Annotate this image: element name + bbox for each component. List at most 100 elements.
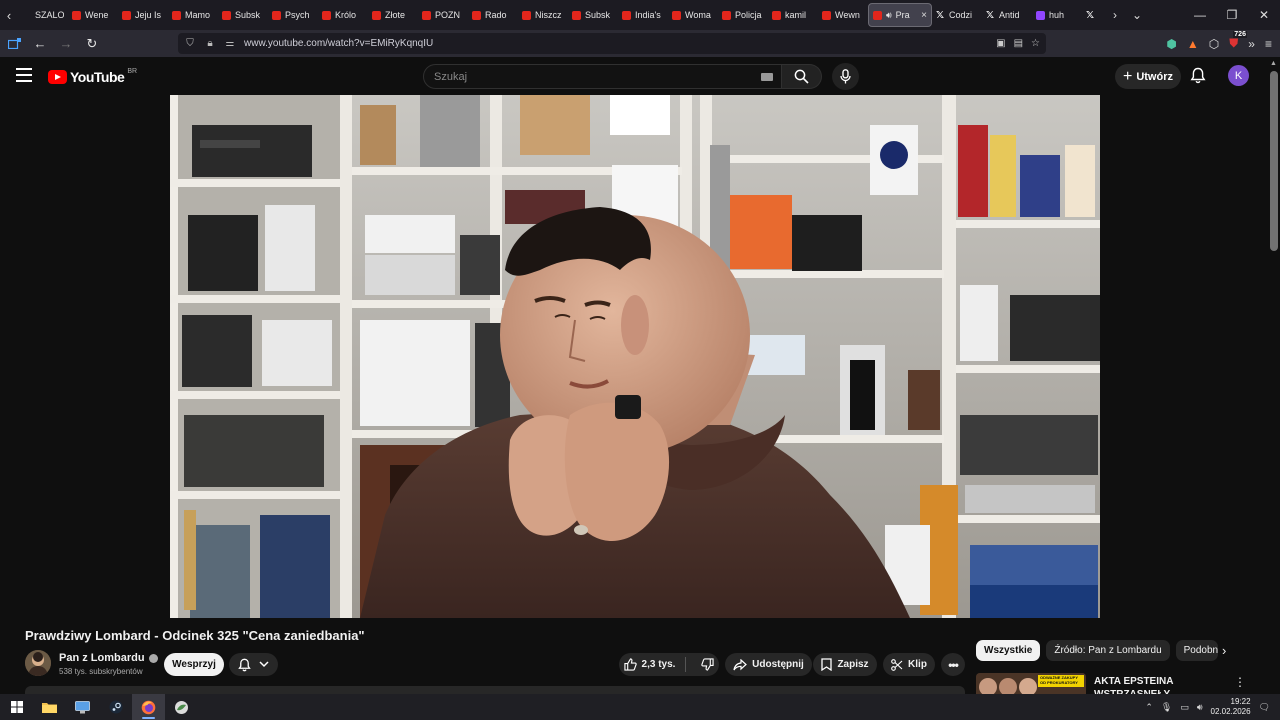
- ublock-extension-icon[interactable]: ⛊ 726: [1229, 31, 1247, 51]
- search-input[interactable]: [434, 70, 734, 83]
- chips-next-chevron-icon[interactable]: ›: [1222, 643, 1226, 658]
- clock-time: 19:22: [1230, 697, 1251, 706]
- vpn-extension-icon[interactable]: ⬢: [1166, 37, 1176, 51]
- permissions-icon[interactable]: ⚌: [224, 38, 236, 49]
- url-bar[interactable]: ⛉ 🔒︎ ⚌ www.youtube.com/watch?v=EMiRyKqnq…: [178, 33, 1046, 54]
- channel-name[interactable]: Pan z Lombardu: [59, 652, 158, 664]
- volume-icon[interactable]: 🔊︎: [1197, 702, 1203, 713]
- browser-tab[interactable]: Wene: [68, 3, 118, 27]
- keyboard-icon[interactable]: [761, 73, 773, 81]
- video-player[interactable]: [170, 95, 1100, 618]
- notifications-bell-icon[interactable]: [1190, 67, 1206, 89]
- subscription-notifications-button[interactable]: [229, 653, 278, 676]
- chip-similar[interactable]: Podobne: [1175, 640, 1218, 661]
- browser-tab[interactable]: Mamo: [168, 3, 218, 27]
- browser-tab[interactable]: India's: [618, 3, 668, 27]
- browser-tab[interactable]: Królo: [318, 3, 368, 27]
- tab-scroll-left-icon[interactable]: ‹: [0, 0, 18, 30]
- reload-icon[interactable]: ↻: [80, 32, 104, 56]
- overflow-menu-icon[interactable]: »: [1248, 37, 1255, 51]
- more-actions-button[interactable]: •••: [941, 653, 965, 676]
- sidebar-toggle-icon[interactable]: [2, 32, 26, 56]
- picture-in-picture-icon[interactable]: ▣: [996, 38, 1005, 49]
- close-window-icon[interactable]: ✕: [1248, 0, 1280, 30]
- recommended-video-thumbnail[interactable]: ODWAŻNE ZAKUPY OD PROKURATORY: [976, 673, 1086, 694]
- minimize-icon[interactable]: —: [1184, 0, 1216, 30]
- youtube-logo[interactable]: YouTube BR: [48, 68, 137, 85]
- recommended-more-icon[interactable]: ⋮: [1234, 675, 1246, 689]
- scrollbar-thumb[interactable]: [1270, 71, 1278, 251]
- clock-date: 02.02.2026: [1210, 707, 1251, 716]
- browser-tab[interactable]: Woma: [668, 3, 718, 27]
- browser-tab-active[interactable]: 🔊︎ Pra ×: [868, 3, 932, 27]
- steam-icon[interactable]: [99, 694, 132, 720]
- clip-button[interactable]: Klip: [883, 653, 935, 676]
- chip-from-channel[interactable]: Źródło: Pan z Lombardu: [1046, 640, 1170, 661]
- scroll-up-icon[interactable]: ▲: [1270, 60, 1277, 67]
- browser-tab[interactable]: Jeju Is: [118, 3, 168, 27]
- close-tab-icon[interactable]: ×: [921, 10, 927, 21]
- browser-tab[interactable]: SZALO: [18, 3, 68, 27]
- microphone-tray-icon[interactable]: 🎙︎: [1161, 702, 1172, 713]
- notifications-tray-icon[interactable]: 🗨︎: [1259, 702, 1270, 713]
- account-avatar[interactable]: K: [1228, 65, 1249, 86]
- description-box[interactable]: [25, 686, 965, 694]
- start-windows-icon[interactable]: [0, 694, 33, 720]
- browser-tab[interactable]: kamil: [768, 3, 818, 27]
- restore-icon[interactable]: ❐: [1216, 0, 1248, 30]
- chip-all[interactable]: Wszystkie: [976, 640, 1041, 661]
- lock-icon[interactable]: 🔒︎: [204, 38, 216, 49]
- search-button[interactable]: [782, 64, 822, 89]
- browser-tab[interactable]: huh: [1032, 3, 1082, 27]
- channel-avatar[interactable]: [25, 650, 51, 676]
- forward-icon[interactable]: →: [54, 32, 78, 56]
- browser-tab[interactable]: Wewn: [818, 3, 868, 27]
- recommended-video-title[interactable]: AKTA EPSTEINA WSTRZĄSNĘŁY ŚWIATEM: [1094, 675, 1214, 694]
- browser-tab[interactable]: 𝕏: [1082, 3, 1104, 27]
- youtube-favicon-icon: [72, 10, 81, 20]
- network-icon[interactable]: ▭: [1180, 702, 1189, 713]
- browser-tab[interactable]: Psych: [268, 3, 318, 27]
- browser-tab[interactable]: Złote: [368, 3, 418, 27]
- app-taskbar-icon[interactable]: [165, 694, 198, 720]
- dislike-button[interactable]: [691, 658, 715, 671]
- firefox-icon[interactable]: [132, 694, 165, 720]
- browser-tab-title: Codzi: [949, 10, 973, 20]
- back-icon[interactable]: ←: [28, 32, 52, 56]
- browser-tab[interactable]: Subsk: [218, 3, 268, 27]
- create-button[interactable]: + Utwórz: [1115, 64, 1181, 89]
- browser-tab[interactable]: Policja: [718, 3, 768, 27]
- save-button[interactable]: Zapisz: [813, 653, 877, 676]
- fox-extension-icon[interactable]: ▲: [1187, 37, 1199, 51]
- browser-tab[interactable]: Niszcz: [518, 3, 568, 27]
- bookmark-star-icon[interactable]: ☆: [1031, 38, 1040, 49]
- like-button[interactable]: 2,3 tys.: [623, 657, 687, 672]
- browser-tab[interactable]: Rado: [468, 3, 518, 27]
- extensions-icon[interactable]: ⬡: [1209, 37, 1219, 51]
- tab-strip-controls: › ⌄: [1104, 0, 1148, 30]
- browser-tab[interactable]: 𝕏 Codzi: [932, 3, 982, 27]
- clock[interactable]: 19:22 02.02.2026: [1211, 697, 1251, 717]
- guide-menu-icon[interactable]: [16, 68, 32, 82]
- remote-desktop-icon[interactable]: [66, 694, 99, 720]
- support-button[interactable]: Wesprzyj: [164, 653, 224, 676]
- audio-playing-icon[interactable]: 🔊︎: [886, 10, 892, 21]
- channel-name-text[interactable]: Pan z Lombardu: [59, 652, 145, 664]
- browser-tab-title: Niszcz: [535, 10, 562, 20]
- reader-view-icon[interactable]: ▤: [1014, 38, 1023, 49]
- tab-list-dropdown-icon[interactable]: ⌄: [1126, 8, 1148, 22]
- browser-tab[interactable]: 𝕏 Antid: [982, 3, 1032, 27]
- share-button[interactable]: Udostępnij: [725, 653, 812, 676]
- voice-search-button[interactable]: [832, 63, 859, 90]
- search-box[interactable]: [423, 64, 782, 89]
- browser-tab[interactable]: POZN: [418, 3, 468, 27]
- tab-scroll-right-icon[interactable]: ›: [1104, 8, 1126, 22]
- browser-tab[interactable]: Subsk: [568, 3, 618, 27]
- chevron-down-icon: [259, 661, 269, 668]
- url-text[interactable]: www.youtube.com/watch?v=EMiRyKqnqIU: [244, 38, 433, 49]
- tray-expand-icon[interactable]: ⌃: [1145, 702, 1153, 713]
- file-explorer-icon[interactable]: [33, 694, 66, 720]
- page-scrollbar[interactable]: ▲: [1268, 57, 1280, 694]
- app-menu-icon[interactable]: ≡: [1265, 37, 1272, 51]
- shield-icon[interactable]: ⛉: [184, 38, 196, 49]
